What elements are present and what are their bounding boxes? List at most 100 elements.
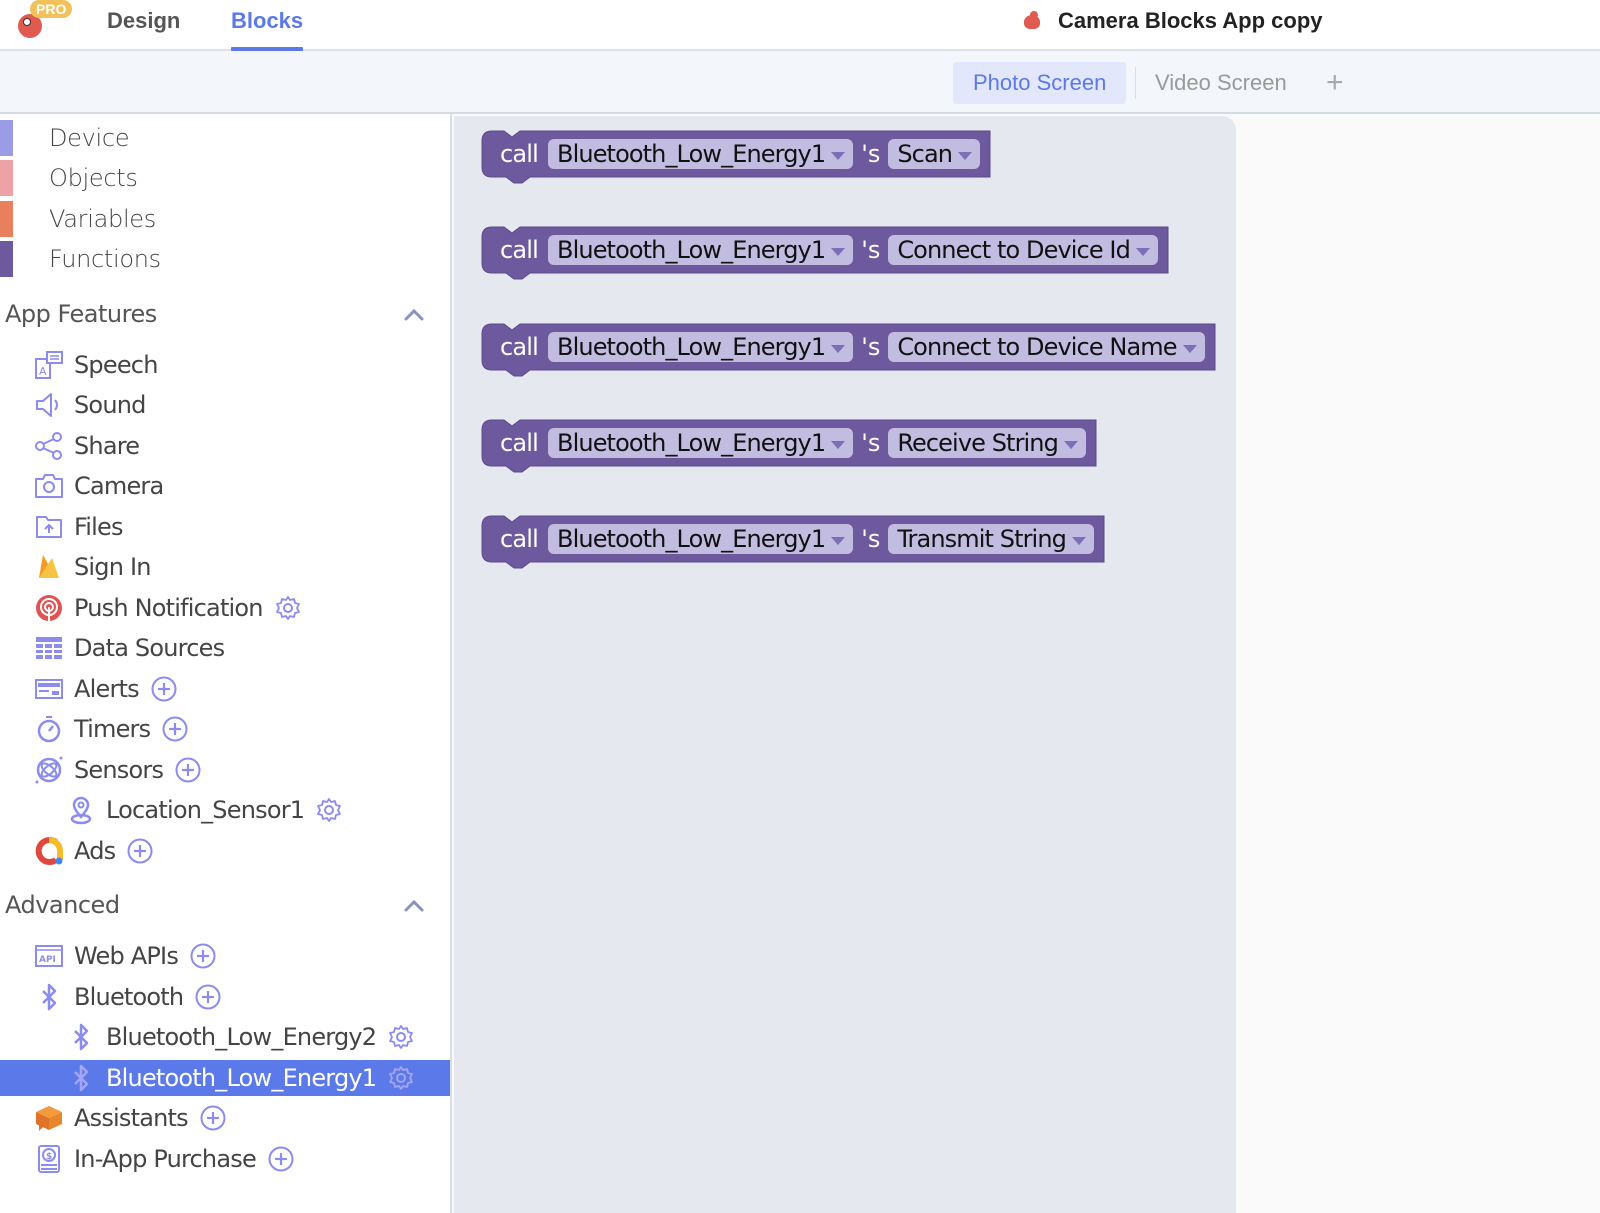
sidebar-item-assistants[interactable]: Assistants [34, 1100, 226, 1136]
block-keyword: call [500, 140, 539, 168]
item-label: Bluetooth_Low_Energy2 [106, 1023, 377, 1051]
sidebar-item-camera[interactable]: Camera [34, 468, 164, 504]
item-label: Share [74, 432, 140, 460]
add-circle-icon[interactable] [127, 838, 153, 864]
component-value: Bluetooth_Low_Energy1 [557, 140, 826, 168]
add-screen-button[interactable]: + [1326, 63, 1344, 103]
method-dropdown[interactable]: Receive String [888, 428, 1086, 458]
bluetooth-icon [66, 1022, 96, 1052]
section-title: Advanced [5, 891, 120, 919]
possessive-label: 's [861, 140, 881, 168]
chevron-up-icon[interactable] [403, 895, 425, 917]
settings-gear-icon[interactable] [388, 1024, 414, 1050]
item-label: Files [74, 513, 123, 541]
item-label: Bluetooth_Low_Energy1 [106, 1064, 377, 1092]
sidebar-item-speech[interactable]: A Speech [34, 347, 158, 383]
sidebar-item-web-apis[interactable]: API Web APIs [34, 938, 216, 974]
component-dropdown[interactable]: Bluetooth_Low_Energy1 [548, 139, 854, 169]
category-color-swatch [0, 241, 13, 277]
call-block-connect-device-id[interactable]: call Bluetooth_Low_Energy1 's Connect to… [481, 226, 1169, 280]
category-label: Variables [49, 205, 156, 233]
item-label: In-App Purchase [74, 1145, 257, 1173]
category-variables[interactable]: Variables [0, 201, 440, 237]
item-label: Location_Sensor1 [106, 796, 305, 824]
pro-badge: PRO [30, 0, 73, 18]
app-icon [1020, 9, 1044, 33]
component-dropdown[interactable]: Bluetooth_Low_Energy1 [548, 524, 854, 554]
block-keyword: call [500, 429, 539, 457]
component-dropdown[interactable]: Bluetooth_Low_Energy1 [548, 332, 854, 362]
component-dropdown[interactable]: Bluetooth_Low_Energy1 [548, 428, 854, 458]
add-circle-icon[interactable] [195, 984, 221, 1010]
category-device[interactable]: Device [0, 120, 440, 156]
category-label: Objects [49, 164, 138, 192]
add-circle-icon[interactable] [190, 943, 216, 969]
component-value: Bluetooth_Low_Energy1 [557, 236, 826, 264]
call-block-connect-device-name[interactable]: call Bluetooth_Low_Energy1 's Connect to… [481, 323, 1216, 377]
settings-gear-icon[interactable] [388, 1065, 414, 1091]
tab-video-screen[interactable]: Video Screen [1135, 62, 1307, 104]
method-dropdown[interactable]: Scan [888, 139, 981, 169]
call-block-receive-string[interactable]: call Bluetooth_Low_Energy1 's Receive St… [481, 419, 1097, 473]
share-icon [34, 431, 64, 461]
call-block-scan[interactable]: call Bluetooth_Low_Energy1 's Scan [481, 130, 991, 184]
add-circle-icon[interactable] [175, 757, 201, 783]
section-advanced[interactable]: Advanced [5, 891, 435, 919]
method-dropdown[interactable]: Connect to Device Name [888, 332, 1205, 362]
sidebar-item-bluetooth-low-energy2[interactable]: Bluetooth_Low_Energy2 [66, 1019, 414, 1055]
category-objects[interactable]: Objects [0, 160, 440, 196]
method-value: Scan [897, 140, 953, 168]
sidebar-item-sensors[interactable]: Sensors [34, 752, 201, 788]
sidebar-item-data-sources[interactable]: Data Sources [34, 630, 225, 666]
sensor-icon [34, 755, 64, 785]
section-title: App Features [5, 300, 157, 328]
sidebar-item-push-notification[interactable]: Push Notification [34, 590, 301, 626]
bluetooth-icon [66, 1063, 96, 1093]
sidebar-item-share[interactable]: Share [34, 428, 140, 464]
sidebar-item-sound[interactable]: Sound [34, 387, 146, 423]
call-block-transmit-string[interactable]: call Bluetooth_Low_Energy1 's Transmit S… [481, 515, 1105, 569]
component-value: Bluetooth_Low_Energy1 [557, 333, 826, 361]
method-value: Connect to Device Id [897, 236, 1131, 264]
svg-text:A: A [39, 365, 47, 378]
category-color-swatch [0, 120, 13, 156]
section-app-features[interactable]: App Features [5, 300, 435, 328]
item-label: Timers [74, 715, 151, 743]
method-dropdown[interactable]: Transmit String [888, 524, 1094, 554]
tab-design[interactable]: Design [107, 8, 180, 34]
svg-text:$: $ [46, 1152, 52, 1162]
add-circle-icon[interactable] [151, 676, 177, 702]
category-label: Functions [49, 245, 161, 273]
dropdown-arrow-icon [831, 344, 846, 353]
blocks-sidebar: Device Objects Variables Functions App F… [0, 114, 452, 1213]
add-circle-icon[interactable] [268, 1146, 294, 1172]
app-logo[interactable]: PRO [14, 0, 78, 44]
component-dropdown[interactable]: Bluetooth_Low_Energy1 [548, 235, 854, 265]
sidebar-item-timers[interactable]: Timers [34, 711, 188, 747]
method-value: Connect to Device Name [897, 333, 1177, 361]
method-dropdown[interactable]: Connect to Device Id [888, 235, 1158, 265]
firebase-icon [34, 552, 64, 582]
sidebar-item-ads[interactable]: Ads [34, 833, 153, 869]
purchase-icon: $ [34, 1144, 64, 1174]
sidebar-item-sign-in[interactable]: Sign In [34, 549, 151, 585]
camera-icon [34, 471, 64, 501]
category-functions[interactable]: Functions [0, 241, 440, 277]
tab-blocks[interactable]: Blocks [231, 8, 304, 51]
sidebar-item-in-app-purchase[interactable]: $ In-App Purchase [34, 1141, 294, 1177]
tab-photo-screen[interactable]: Photo Screen [953, 62, 1127, 104]
sidebar-item-bluetooth-low-energy1[interactable]: Bluetooth_Low_Energy1 [0, 1060, 450, 1096]
category-color-swatch [0, 201, 13, 237]
dropdown-arrow-icon [831, 536, 846, 545]
settings-gear-icon[interactable] [275, 595, 301, 621]
sidebar-item-files[interactable]: Files [34, 509, 123, 545]
add-circle-icon[interactable] [162, 716, 188, 742]
chevron-up-icon[interactable] [403, 304, 425, 326]
settings-gear-icon[interactable] [316, 797, 342, 823]
sidebar-item-location-sensor1[interactable]: Location_Sensor1 [66, 792, 342, 828]
sidebar-item-alerts[interactable]: Alerts [34, 671, 177, 707]
ads-icon [34, 836, 64, 866]
possessive-label: 's [861, 333, 881, 361]
add-circle-icon[interactable] [200, 1105, 226, 1131]
sidebar-item-bluetooth[interactable]: Bluetooth [34, 979, 221, 1015]
